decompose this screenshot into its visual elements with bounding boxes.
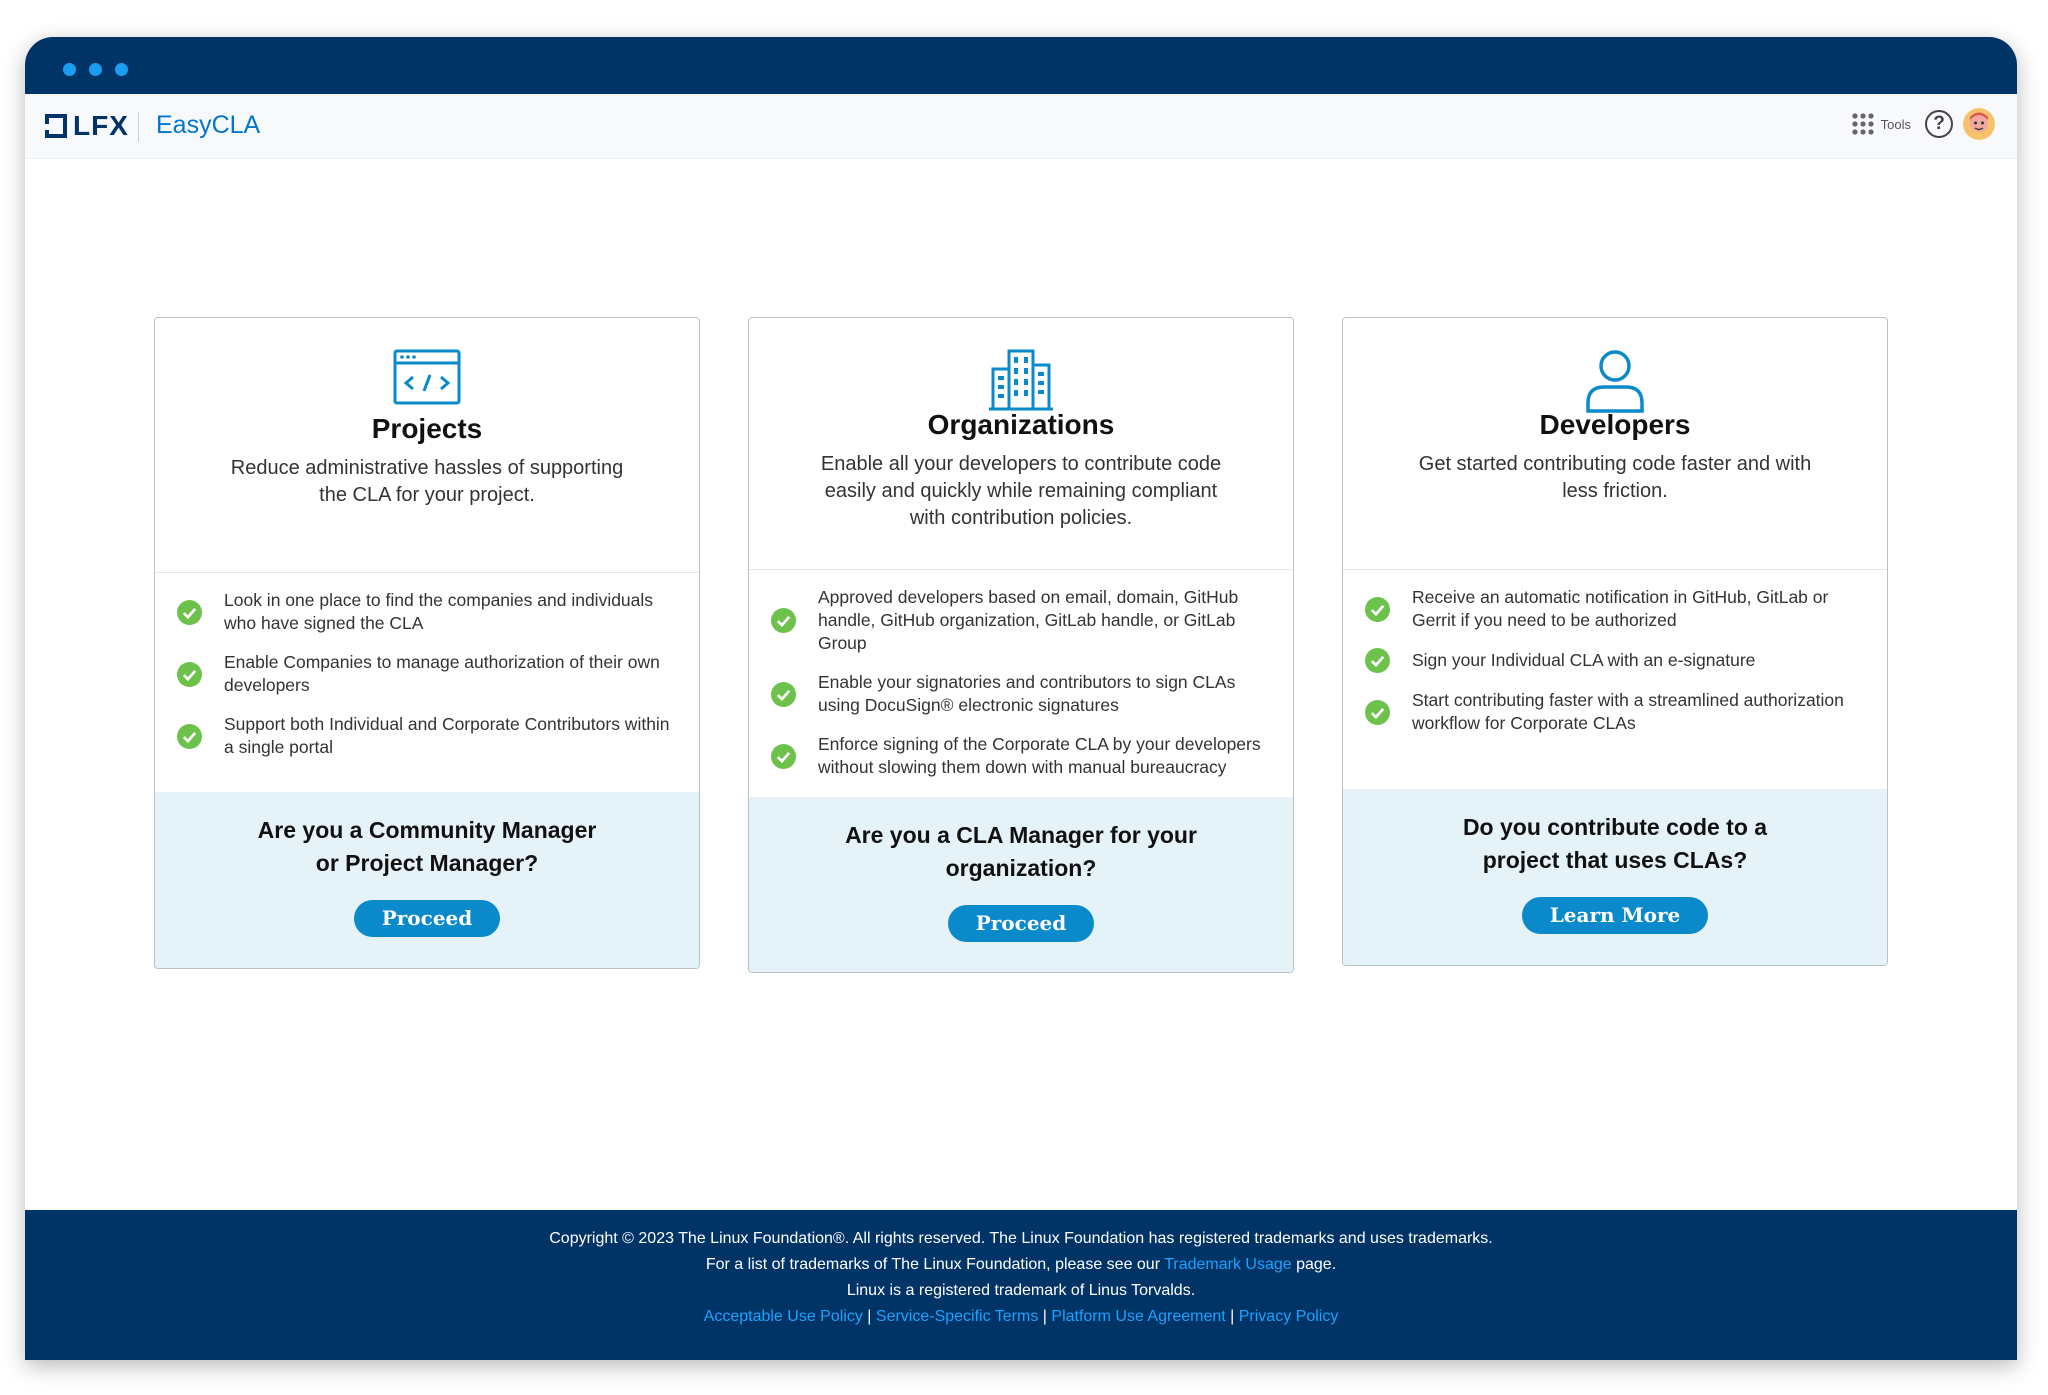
card-projects-header: Projects Reduce administrative hassles o… bbox=[155, 318, 699, 573]
card-organizations-title: Organizations bbox=[927, 409, 1115, 440]
check-circle-icon bbox=[771, 743, 796, 769]
window-titlebar bbox=[25, 37, 2017, 94]
card-projects: Projects Reduce administrative hassles o… bbox=[154, 317, 700, 969]
page-footer: Copyright © 2023 The Linux Foundation®. … bbox=[25, 1210, 2017, 1360]
user-icon bbox=[1586, 350, 1644, 413]
app-name[interactable]: EasyCLA bbox=[156, 111, 260, 140]
window-dot-maximize[interactable] bbox=[115, 63, 128, 76]
card-projects-description: Reduce administrative hassles of support… bbox=[230, 457, 624, 506]
feature-text: Start contributing faster with a streaml… bbox=[1412, 690, 1844, 733]
feature-text: Support both Individual and Corporate Co… bbox=[224, 714, 670, 757]
lfx-logo-text: LFX bbox=[73, 110, 129, 141]
feature-item: Sign your Individual CLA with an e-signa… bbox=[1365, 648, 1865, 673]
feature-text: Receive an automatic notification in Git… bbox=[1412, 587, 1829, 630]
card-projects-cta-title: Are you a Community Manager or Project M… bbox=[257, 817, 597, 876]
card-developers-description: Get started contributing code faster and… bbox=[1418, 453, 1812, 502]
check-circle-icon bbox=[177, 599, 202, 625]
check-circle-icon bbox=[1365, 596, 1390, 622]
feature-item: Receive an automatic notification in Git… bbox=[1365, 586, 1865, 632]
feature-text: Approved developers based on email, doma… bbox=[818, 587, 1239, 653]
check-circle-icon bbox=[771, 681, 796, 707]
check-circle-icon bbox=[1365, 648, 1390, 673]
feature-text: Enable Companies to manage authorization… bbox=[224, 652, 660, 695]
card-projects-title: Projects bbox=[371, 413, 483, 444]
footer-link-separator: | bbox=[1230, 1308, 1235, 1325]
footer-trademark-line: For a list of trademarks of The Linux Fo… bbox=[25, 1252, 2017, 1278]
lfx-logo[interactable]: LFX bbox=[45, 110, 129, 141]
code-window-icon bbox=[393, 349, 461, 405]
feature-item: Enable Companies to manage authorization… bbox=[177, 651, 677, 697]
header-actions: Tools ? bbox=[1851, 108, 1995, 140]
developers-learn-more-button[interactable]: Learn More bbox=[1521, 897, 1709, 934]
card-developers-cta-title: Do you contribute code to a project that… bbox=[1462, 814, 1768, 873]
window-dot-minimize[interactable] bbox=[89, 63, 102, 76]
browser-window: LFX EasyCLA Tools ? Projects Reduce admi… bbox=[25, 37, 2017, 1360]
check-circle-icon bbox=[177, 661, 202, 687]
grid-icon bbox=[1852, 113, 1874, 135]
footer-linux-trademark: Linux is a registered trademark of Linus… bbox=[846, 1282, 1196, 1299]
footer-link-separator: | bbox=[1042, 1308, 1047, 1325]
check-circle-icon bbox=[771, 608, 796, 633]
card-organizations-cta-title: Are you a CLA Manager for your organizat… bbox=[845, 822, 1197, 881]
card-developers: Developers Get started contributing code… bbox=[1342, 317, 1888, 966]
feature-text: Sign your Individual CLA with an e-signa… bbox=[1412, 650, 1756, 670]
footer-link-separator: | bbox=[867, 1308, 872, 1325]
card-organizations-description: Enable all your developers to contribute… bbox=[820, 453, 1222, 529]
header-divider bbox=[138, 112, 139, 142]
footer-trademark-suffix: page. bbox=[1296, 1256, 1337, 1273]
help-icon[interactable]: ? bbox=[1925, 110, 1953, 138]
card-organizations-features: Approved developers based on email, doma… bbox=[749, 570, 1293, 779]
card-projects-cta: Are you a Community Manager or Project M… bbox=[155, 792, 699, 968]
card-developers-cta: Do you contribute code to a project that… bbox=[1343, 789, 1887, 965]
card-organizations-header: Organizations Enable all your developers… bbox=[749, 318, 1293, 570]
card-developers-features: Receive an automatic notification in Git… bbox=[1343, 570, 1887, 735]
projects-proceed-button[interactable]: Proceed bbox=[353, 900, 501, 937]
feature-text: Look in one place to find the companies … bbox=[224, 590, 654, 633]
user-avatar[interactable] bbox=[1963, 108, 1995, 140]
card-organizations-cta: Are you a CLA Manager for your organizat… bbox=[749, 797, 1293, 972]
card-developers-title: Developers bbox=[1539, 409, 1691, 440]
card-developers-header: Developers Get started contributing code… bbox=[1343, 318, 1887, 570]
feature-item: Support both Individual and Corporate Co… bbox=[177, 713, 677, 759]
feature-text: Enable your signatories and contributors… bbox=[818, 672, 1236, 715]
check-circle-icon bbox=[177, 723, 202, 749]
feature-item: Enforce signing of the Corporate CLA by … bbox=[771, 733, 1271, 779]
footer-trademark-prefix: For a list of trademarks of The Linux Fo… bbox=[705, 1256, 1161, 1273]
organizations-proceed-button[interactable]: Proceed bbox=[947, 905, 1095, 942]
feature-item: Start contributing faster with a streaml… bbox=[1365, 689, 1865, 735]
check-circle-icon bbox=[1365, 699, 1390, 725]
feature-item: Approved developers based on email, doma… bbox=[771, 586, 1271, 655]
app-header: LFX EasyCLA Tools ? bbox=[25, 94, 2017, 159]
feature-item: Enable your signatories and contributors… bbox=[771, 671, 1271, 717]
trademark-usage-link[interactable]: Trademark Usage bbox=[1164, 1256, 1291, 1273]
card-projects-features: Look in one place to find the companies … bbox=[155, 573, 699, 759]
feature-item: Look in one place to find the companies … bbox=[177, 589, 677, 635]
platform-use-agreement-link[interactable]: Platform Use Agreement bbox=[1051, 1308, 1225, 1325]
window-dot-close[interactable] bbox=[63, 63, 76, 76]
card-organizations: Organizations Enable all your developers… bbox=[748, 317, 1294, 973]
tools-menu[interactable]: Tools bbox=[1851, 112, 1915, 136]
privacy-policy-link[interactable]: Privacy Policy bbox=[1239, 1308, 1339, 1325]
footer-policy-links: Acceptable Use Policy | Service-Specific… bbox=[25, 1304, 2017, 1330]
lfx-logo-mark-icon bbox=[45, 114, 67, 138]
tools-label: Tools bbox=[1880, 116, 1911, 132]
acceptable-use-policy-link[interactable]: Acceptable Use Policy bbox=[704, 1308, 863, 1325]
service-specific-terms-link[interactable]: Service-Specific Terms bbox=[876, 1308, 1038, 1325]
feature-text: Enforce signing of the Corporate CLA by … bbox=[818, 734, 1261, 777]
footer-copyright: Copyright © 2023 The Linux Foundation®. … bbox=[549, 1230, 1493, 1247]
building-icon bbox=[989, 349, 1053, 411]
